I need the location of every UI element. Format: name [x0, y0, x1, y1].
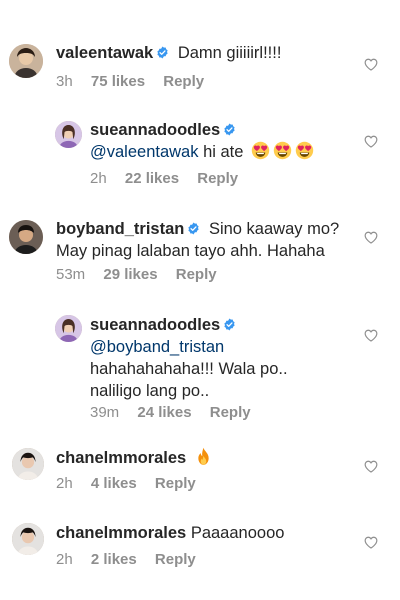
comment-text: Paaaanoooo	[190, 524, 285, 542]
heart-outline-icon[interactable]	[364, 536, 378, 549]
reply-button[interactable]: Reply	[155, 551, 196, 568]
avatar[interactable]	[12, 523, 44, 555]
comment-meta: 2h 2 likes Reply	[56, 551, 210, 568]
timestamp: 2h	[56, 551, 73, 568]
comment-body: chanelmmorales Paaaanoooo	[56, 522, 284, 544]
username[interactable]: chanelmmorales	[56, 524, 186, 542]
comment-chanelmmorales-2: chanelmmorales Paaaanoooo 2h 2 likes Rep…	[0, 0, 400, 600]
likes-count[interactable]: 2 likes	[91, 551, 137, 568]
